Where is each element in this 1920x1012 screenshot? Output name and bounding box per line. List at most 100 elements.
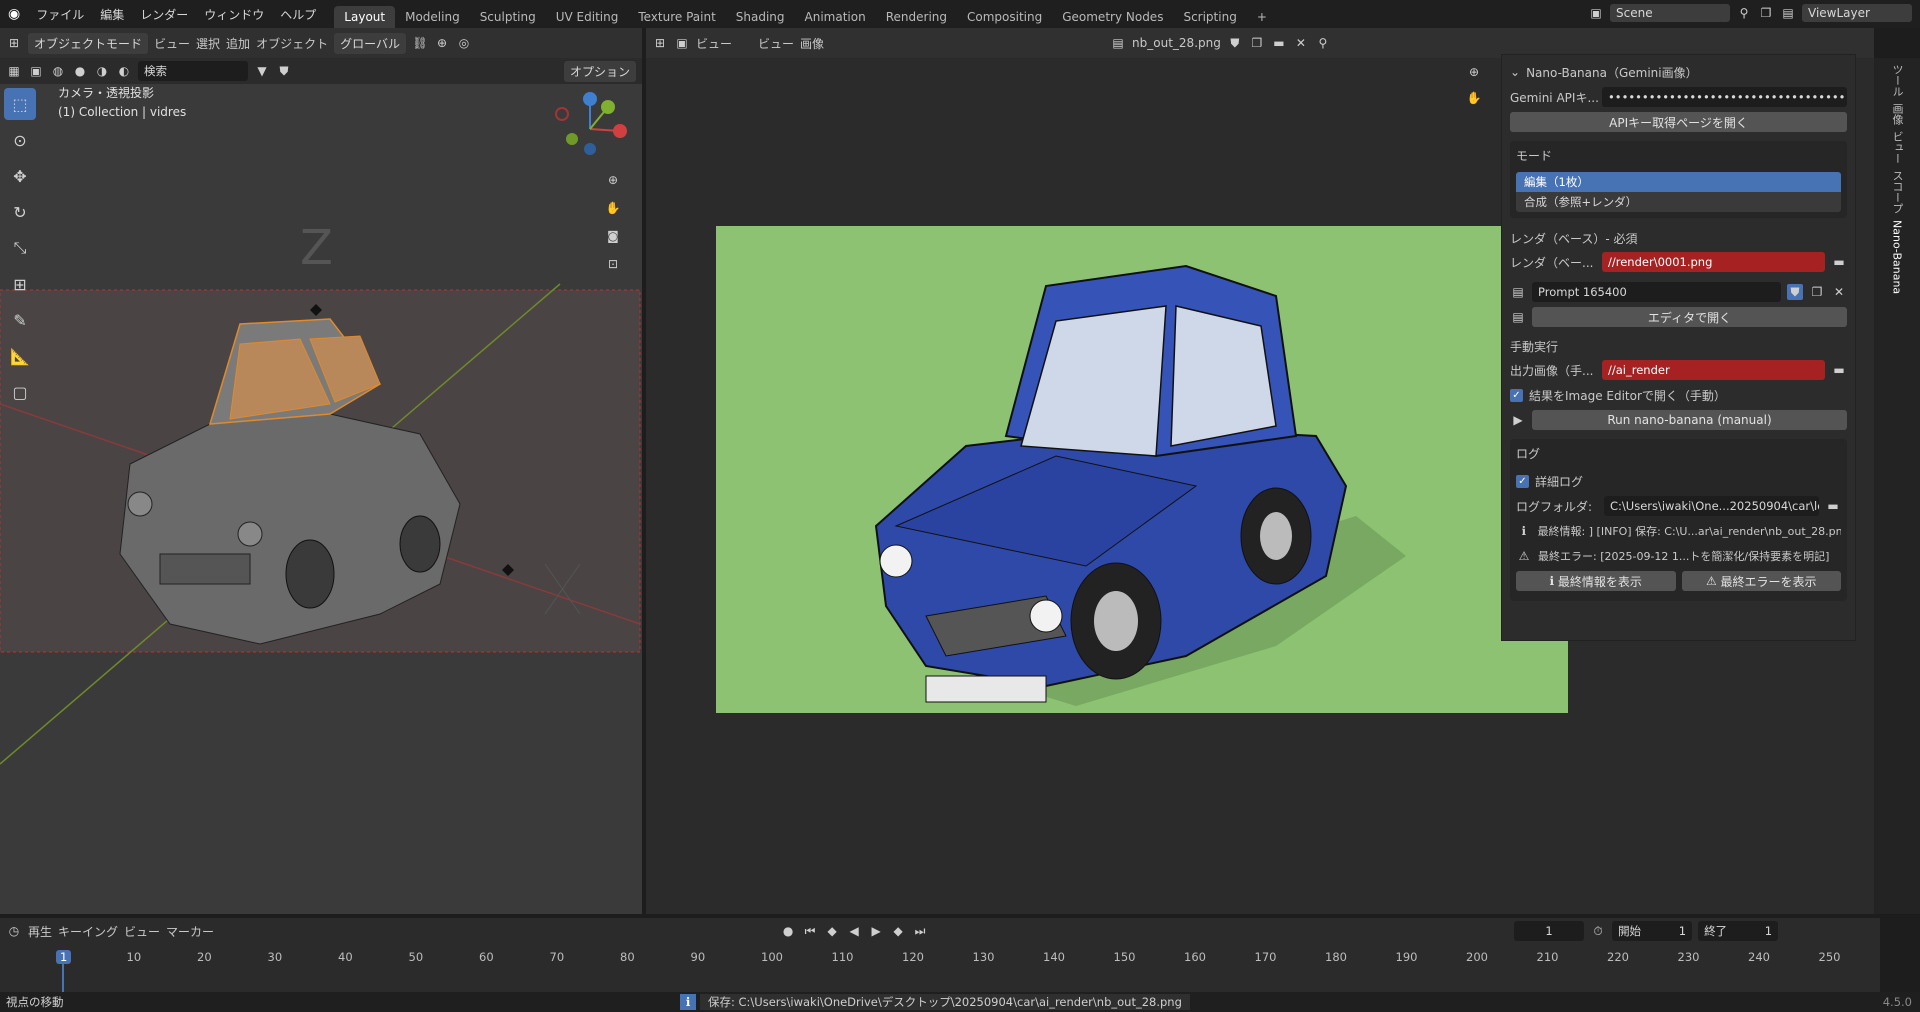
overlay-icon[interactable]: ◍	[50, 63, 66, 79]
cursor-tool-icon[interactable]: ⊙	[4, 124, 36, 156]
tab-uv-editing[interactable]: UV Editing	[546, 6, 629, 28]
pin-icon[interactable]: ⚲	[1736, 5, 1752, 21]
output-path-input[interactable]: //ai_render	[1602, 360, 1825, 380]
menu-marker[interactable]: マーカー	[166, 923, 214, 940]
open-result-checkbox[interactable]: ✓	[1510, 388, 1523, 402]
filter-icon[interactable]: ▼	[254, 63, 270, 79]
open-in-editor-button[interactable]: エディタで開く	[1532, 307, 1847, 327]
current-frame-input[interactable]: 1	[1514, 921, 1585, 941]
lock-icon[interactable]: ⊡	[605, 256, 621, 272]
prompt-unlink-icon[interactable]: ✕	[1831, 284, 1847, 300]
stopwatch-icon[interactable]: ⏱	[1590, 923, 1606, 939]
timeline-editor-icon[interactable]: ◷	[6, 923, 22, 939]
add-workspace-icon[interactable]: +	[1247, 6, 1277, 28]
fake-user-icon[interactable]: ⛊	[1227, 35, 1243, 51]
select-box-icon[interactable]: ▦	[6, 63, 22, 79]
play-reverse-icon[interactable]: ◀	[846, 923, 862, 939]
camera-view-icon[interactable]: ◙	[605, 228, 621, 244]
editor-type-icon[interactable]: ⊞	[6, 35, 22, 51]
api-key-input[interactable]: ••••••••••••••••••••••••••••••••••••	[1602, 87, 1847, 107]
ie-editor-type-icon[interactable]: ⊞	[652, 35, 668, 51]
ie-menu-view[interactable]: ビュー	[696, 35, 732, 52]
tab-layout[interactable]: Layout	[334, 6, 396, 28]
frame-ruler[interactable]: 1 10 20 30 40 50 60 70 80 90 100 110 120 130 140 150 160…	[0, 946, 1880, 992]
open-api-page-button[interactable]: APIキー取得ページを開く	[1510, 112, 1847, 132]
ie-mode-icon[interactable]: ▣	[674, 35, 690, 51]
outliner-search-input[interactable]: 検索	[138, 61, 248, 81]
viewlayer-icon[interactable]: ▤	[1780, 5, 1796, 21]
tab-scopes[interactable]: スコープ	[1889, 170, 1905, 214]
tab-rendering[interactable]: Rendering	[876, 6, 957, 28]
transform-orientation[interactable]: グローバル	[334, 32, 406, 54]
scene-selector[interactable]: Scene	[1610, 4, 1730, 22]
tab-texture-paint[interactable]: Texture Paint	[628, 6, 725, 28]
tab-image[interactable]: 画像	[1889, 103, 1905, 125]
tab-compositing[interactable]: Compositing	[957, 6, 1052, 28]
select-tool-icon[interactable]: ⬚	[4, 88, 36, 120]
ie-pan-hand-icon[interactable]: ✋	[1466, 90, 1482, 106]
playhead[interactable]	[62, 964, 64, 992]
zoom-icon[interactable]: ⊕	[605, 172, 621, 188]
annotate-tool-icon[interactable]: ✎	[4, 304, 36, 336]
options-dropdown[interactable]: オプション	[563, 60, 636, 82]
log-folder-input[interactable]: C:\Users\iwaki\One...20250904\car\log\	[1604, 496, 1819, 516]
menu-file[interactable]: ファイル	[28, 6, 92, 23]
show-error-button[interactable]: ⚠ 最終エラーを表示	[1681, 571, 1841, 591]
tab-sculpting[interactable]: Sculpting	[470, 6, 546, 28]
vp-menu-object[interactable]: オブジェクト	[256, 35, 328, 52]
prompt-selector[interactable]: Prompt 165400	[1532, 282, 1781, 302]
scene-icon[interactable]: ▣	[1588, 5, 1604, 21]
jump-start-icon[interactable]: ⏮	[802, 923, 818, 939]
scale-tool-icon[interactable]: ⤡	[4, 232, 36, 264]
snap-icon[interactable]: ⊕	[434, 35, 450, 51]
new-image-icon[interactable]: ❐	[1249, 35, 1265, 51]
panel-header[interactable]: ⌄ Nano-Banana（Gemini画像）	[1510, 61, 1847, 83]
output-folder-icon[interactable]: ▬	[1831, 362, 1847, 378]
tab-scripting[interactable]: Scripting	[1173, 6, 1246, 28]
prompt-duplicate-icon[interactable]: ❐	[1809, 284, 1825, 300]
rotate-tool-icon[interactable]: ↻	[4, 196, 36, 228]
vp-menu-select[interactable]: 選択	[196, 35, 220, 52]
blender-logo-icon[interactable]: ◉	[0, 6, 28, 22]
frame-end-input[interactable]: 終了 1	[1698, 921, 1779, 941]
jump-end-icon[interactable]: ⏭	[912, 923, 928, 939]
vp-menu-add[interactable]: 追加	[226, 35, 250, 52]
ie-zoom-icon[interactable]: ⊕	[1466, 64, 1482, 80]
add-cube-tool-icon[interactable]: ▢	[4, 376, 36, 408]
ie-menu-image[interactable]: 画像	[800, 35, 824, 52]
mode-option-composite[interactable]: 合成（参照+レンダ）	[1516, 192, 1841, 212]
tab-view[interactable]: ビュー	[1889, 131, 1905, 164]
navigation-gizmo[interactable]	[550, 89, 630, 169]
play-forward-icon[interactable]: ▶	[868, 923, 884, 939]
tab-animation[interactable]: Animation	[795, 6, 876, 28]
mode-selector[interactable]: オブジェクトモード	[28, 32, 149, 54]
tab-modeling[interactable]: Modeling	[395, 6, 470, 28]
menu-keying[interactable]: キーイング	[58, 923, 118, 940]
record-icon[interactable]: ●	[780, 923, 796, 939]
select-mode-icon[interactable]: ▣	[28, 63, 44, 79]
menu-render[interactable]: レンダー	[132, 6, 196, 23]
run-nano-banana-button[interactable]: Run nano-banana (manual)	[1532, 410, 1847, 430]
open-image-icon[interactable]: ▬	[1271, 35, 1287, 51]
log-folder-icon[interactable]: ▬	[1825, 498, 1841, 514]
tab-geometry-nodes[interactable]: Geometry Nodes	[1052, 6, 1173, 28]
material-shading-icon[interactable]: ◑	[94, 63, 110, 79]
vp-menu-view[interactable]: ビュー	[154, 35, 190, 52]
transform-tool-icon[interactable]: ⊞	[4, 268, 36, 300]
link-icon[interactable]: ⛓	[412, 35, 428, 51]
ie-menu-view-2[interactable]: ビュー	[758, 35, 794, 52]
collapse-chevron-icon[interactable]: ⌄	[1510, 65, 1520, 79]
next-key-icon[interactable]: ◆	[890, 923, 906, 939]
frame-start-input[interactable]: 開始 1	[1612, 921, 1693, 941]
shield-icon[interactable]: ⛊	[276, 63, 292, 79]
verbose-log-checkbox[interactable]: ✓	[1516, 474, 1529, 488]
menu-help[interactable]: ヘルプ	[272, 6, 324, 23]
render-folder-icon[interactable]: ▬	[1831, 254, 1847, 270]
mode-option-edit[interactable]: 編集（1枚）	[1516, 172, 1841, 192]
menu-playback[interactable]: 再生	[28, 923, 52, 940]
3d-viewport[interactable]: Z カメラ・透視投影 (1) Collection | vidres ⊕ ✋ ◙…	[0, 84, 642, 914]
ie-pin-icon[interactable]: ⚲	[1315, 35, 1331, 51]
move-tool-icon[interactable]: ✥	[4, 160, 36, 192]
viewlayer-selector[interactable]: ViewLayer	[1802, 4, 1912, 22]
solid-shading-icon[interactable]: ●	[72, 63, 88, 79]
